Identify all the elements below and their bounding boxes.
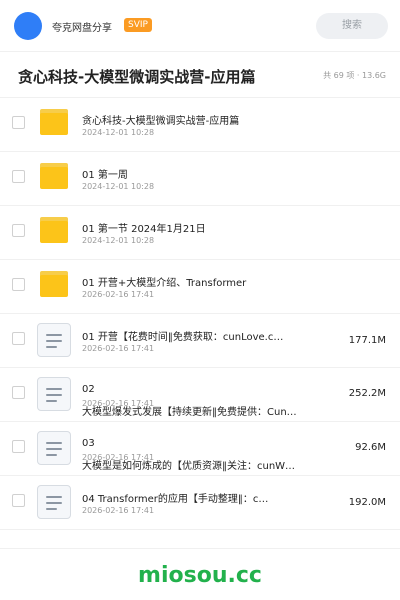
list-item[interactable]: 01 第一周 2024-12-01 10:28: [0, 152, 400, 206]
search-input[interactable]: 搜索: [316, 13, 388, 39]
item-name: 01 开营+大模型介绍、Transformer: [82, 278, 247, 289]
select-checkbox[interactable]: [12, 494, 25, 507]
item-name: 贪心科技-大模型微调实战营-应用篇: [82, 116, 240, 127]
document-icon: [37, 431, 71, 465]
document-icon: [37, 323, 71, 357]
select-checkbox[interactable]: [12, 440, 25, 453]
document-icon: [37, 485, 71, 519]
document-icon: [37, 377, 71, 411]
item-size: 192.0M: [348, 497, 386, 508]
select-checkbox[interactable]: [12, 116, 25, 129]
list-item[interactable]: 03 2026-02-16 17:41 大模型是如何炼成的【优质资源‖关注：cu…: [0, 422, 400, 476]
list-item[interactable]: 04 Transformer的应用【手动整理‖：c… 2026-02-16 17…: [0, 476, 400, 530]
item-date: 2024-12-01 10:28: [82, 236, 155, 245]
item-date: 2024-12-01 10:28: [82, 182, 155, 191]
item-size: 252.2M: [348, 388, 386, 399]
item-name: 01 第一节 2024年1月21日: [82, 224, 206, 235]
list-item[interactable]: 01 第一节 2024年1月21日 2024-12-01 10:28: [0, 206, 400, 260]
list-item[interactable]: 01 开营+大模型介绍、Transformer 2026-02-16 17:41: [0, 260, 400, 314]
item-name: 02: [82, 384, 95, 395]
item-size: 92.6M: [355, 442, 386, 453]
folder-icon: [40, 217, 68, 243]
list-item[interactable]: 01 开营【花费时间‖免费获取：cunLove.c… 2026-02-16 17…: [0, 314, 400, 368]
folder-icon: [40, 109, 68, 135]
item-size: 177.1M: [348, 335, 386, 346]
item-name-continued: 大模型是如何炼成的【优质资源‖关注：cunW…: [82, 461, 296, 472]
svip-badge: SVIP: [124, 18, 152, 32]
item-date: 2024-12-01 10:28: [82, 128, 155, 137]
select-checkbox[interactable]: [12, 170, 25, 183]
item-name: 01 第一周: [82, 170, 128, 181]
list-item[interactable]: 贪心科技-大模型微调实战营-应用篇 2024-12-01 10:28: [0, 98, 400, 152]
top-bar: 夸克网盘分享 SVIP 搜索: [0, 0, 400, 52]
folder-header: 贪心科技-大模型微调实战营-应用篇 共 69 项 · 13.6G: [0, 52, 400, 98]
page-title: 贪心科技-大模型微调实战营-应用篇: [18, 68, 256, 86]
item-date: 2026-02-16 17:41: [82, 506, 155, 515]
item-name: 04 Transformer的应用【手动整理‖：c…: [82, 494, 269, 505]
site-brand[interactable]: miosou.cc: [0, 563, 400, 588]
footer: miosou.cc: [0, 548, 400, 600]
folder-icon: [40, 271, 68, 297]
folder-meta: 共 69 项 · 13.6G: [323, 71, 386, 80]
item-name: 03: [82, 438, 95, 449]
select-checkbox[interactable]: [12, 332, 25, 345]
username: 夸克网盘分享: [52, 23, 112, 34]
avatar[interactable]: [14, 12, 42, 40]
list-item[interactable]: 02 2026-02-16 17:41 大模型爆发式发展【持续更新‖免费提供：C…: [0, 368, 400, 422]
item-date: 2026-02-16 17:41: [82, 290, 155, 299]
select-checkbox[interactable]: [12, 224, 25, 237]
item-name-continued: 大模型爆发式发展【持续更新‖免费提供：Cun…: [82, 407, 297, 418]
item-name: 01 开营【花费时间‖免费获取：cunLove.c…: [82, 332, 284, 343]
folder-icon: [40, 163, 68, 189]
item-date: 2026-02-16 17:41: [82, 344, 155, 353]
select-checkbox[interactable]: [12, 278, 25, 291]
file-list: 贪心科技-大模型微调实战营-应用篇 2024-12-01 10:28 01 第一…: [0, 98, 400, 530]
select-checkbox[interactable]: [12, 386, 25, 399]
